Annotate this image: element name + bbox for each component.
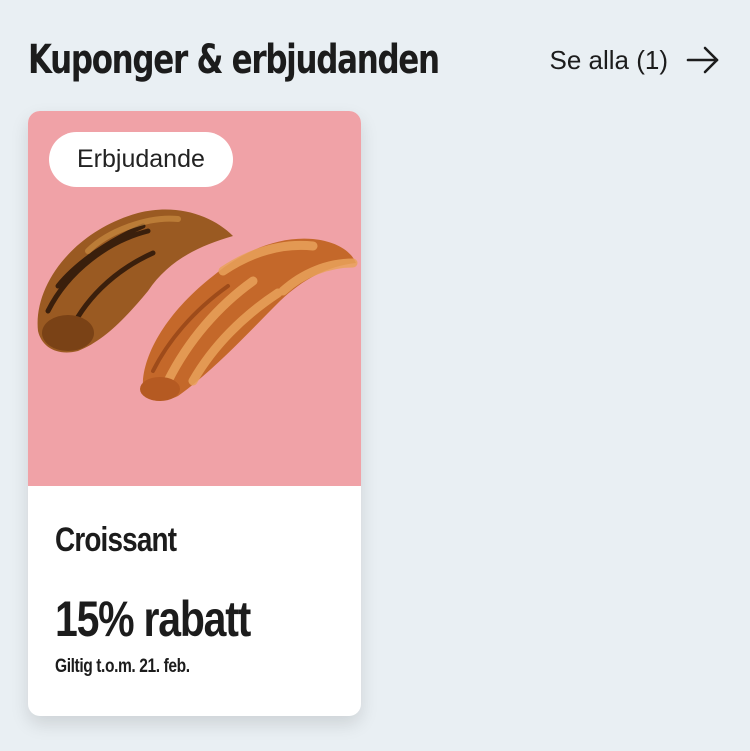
see-all-link[interactable]: Se alla (1) <box>550 45 721 76</box>
section-title: Kuponger & erbjudanden <box>28 37 440 83</box>
coupon-card[interactable]: Erbjudande Croissant 15% rabatt Giltig t… <box>28 111 361 716</box>
section-header: Kuponger & erbjudanden Se alla (1) <box>28 30 720 90</box>
discount-label: 15% rabatt <box>55 591 251 647</box>
arrow-right-icon <box>686 46 719 74</box>
coupon-image-area: Erbjudande <box>28 111 361 486</box>
offer-badge: Erbjudande <box>49 132 233 187</box>
croissant-image <box>37 209 358 401</box>
coupon-details: Croissant 15% rabatt Giltig t.o.m. 21. f… <box>28 521 361 678</box>
product-name: Croissant <box>55 521 177 559</box>
see-all-label: Se alla (1) <box>549 44 669 75</box>
validity-text: Giltig t.o.m. 21. feb. <box>55 656 190 677</box>
